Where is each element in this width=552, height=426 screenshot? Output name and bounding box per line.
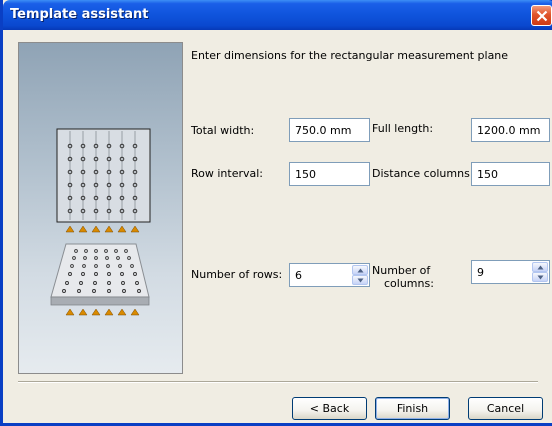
measurement-plane-preview: [18, 42, 183, 374]
spin-down-icon: [537, 275, 544, 280]
number-of-columns-decrement-button[interactable]: [532, 272, 548, 282]
number-of-columns-spinner[interactable]: 9: [471, 260, 550, 284]
full-length-input[interactable]: 1200.0 mm: [471, 118, 550, 142]
grid-preview-image: [50, 128, 151, 316]
number-of-columns-value[interactable]: 9: [477, 266, 484, 279]
number-of-columns-increment-button[interactable]: [532, 262, 548, 272]
finish-button[interactable]: Finish: [375, 397, 450, 420]
full-length-label: Full length:: [372, 122, 434, 135]
close-button[interactable]: [531, 5, 552, 26]
spin-down-icon: [357, 278, 364, 283]
cancel-button[interactable]: Cancel: [468, 397, 543, 420]
title-bar[interactable]: Template assistant: [3, 0, 552, 30]
back-button[interactable]: < Back: [292, 397, 367, 420]
spin-up-icon: [357, 268, 364, 273]
row-interval-input[interactable]: 150: [289, 162, 370, 186]
row-interval-label: Row interval:: [191, 167, 264, 180]
number-of-rows-label: Number of rows:: [191, 268, 283, 281]
dialog-client-area: Enter dimensions for the rectangular mea…: [6, 30, 552, 423]
number-of-columns-label-line1: Number of: [372, 264, 431, 277]
window-title: Template assistant: [10, 7, 149, 22]
grid-top-view-icon: [56, 128, 151, 233]
button-separator: [18, 381, 538, 383]
number-of-columns-spin-buttons[interactable]: [532, 262, 548, 282]
close-icon: [536, 10, 548, 22]
number-of-rows-decrement-button[interactable]: [352, 275, 368, 285]
number-of-rows-value[interactable]: 6: [295, 269, 302, 282]
dialog-window: Template assistant Enter dimensions for …: [0, 0, 552, 426]
number-of-rows-spin-buttons[interactable]: [352, 265, 368, 285]
number-of-rows-increment-button[interactable]: [352, 265, 368, 275]
number-of-columns-label-line2: columns:: [384, 277, 434, 290]
distance-columns-input[interactable]: 150: [471, 162, 550, 186]
distance-columns-label: Distance columns:: [372, 167, 474, 180]
instruction-text: Enter dimensions for the rectangular mea…: [191, 49, 509, 62]
grid-perspective-icon: [50, 243, 150, 316]
spin-up-icon: [537, 265, 544, 270]
number-of-rows-spinner[interactable]: 6: [289, 263, 370, 287]
total-width-input[interactable]: 750.0 mm: [289, 118, 370, 142]
total-width-label: Total width:: [191, 124, 255, 137]
